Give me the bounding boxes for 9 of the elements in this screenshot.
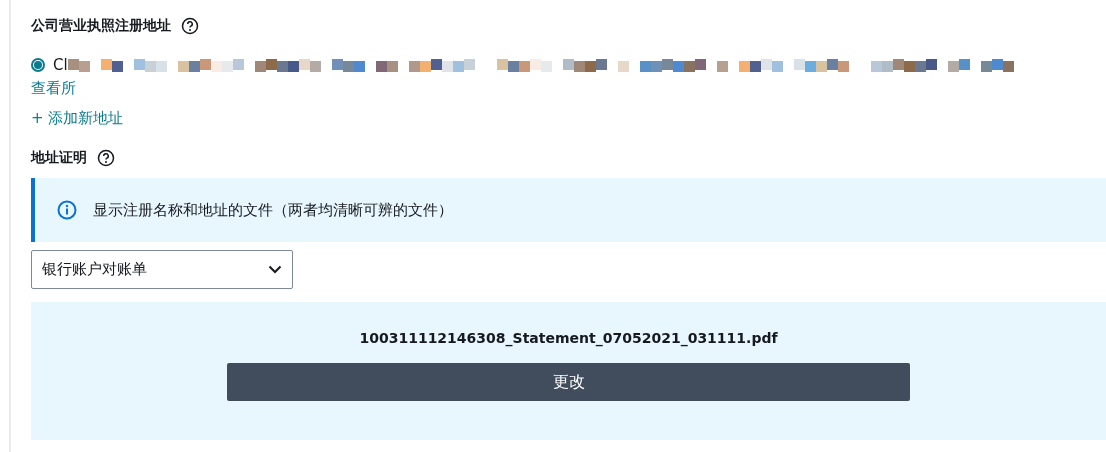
view-all-addresses-link[interactable]: 查看所 [31, 79, 76, 97]
section-heading: 地址证明 [31, 149, 87, 167]
file-name: 100311112146308_Statement_07052021_031111.pdf [359, 330, 778, 346]
info-text: 显示注册名称和地址的文件（两者均清晰可辨的文件） [93, 200, 453, 220]
section-heading: 公司营业执照注册地址 [31, 17, 171, 35]
add-address-link[interactable]: + 添加新地址 [31, 109, 124, 127]
change-button[interactable]: 更改 [227, 363, 910, 401]
address-label: Cl [53, 56, 68, 74]
document-type-select[interactable]: 银行账户对账单 [31, 250, 293, 289]
